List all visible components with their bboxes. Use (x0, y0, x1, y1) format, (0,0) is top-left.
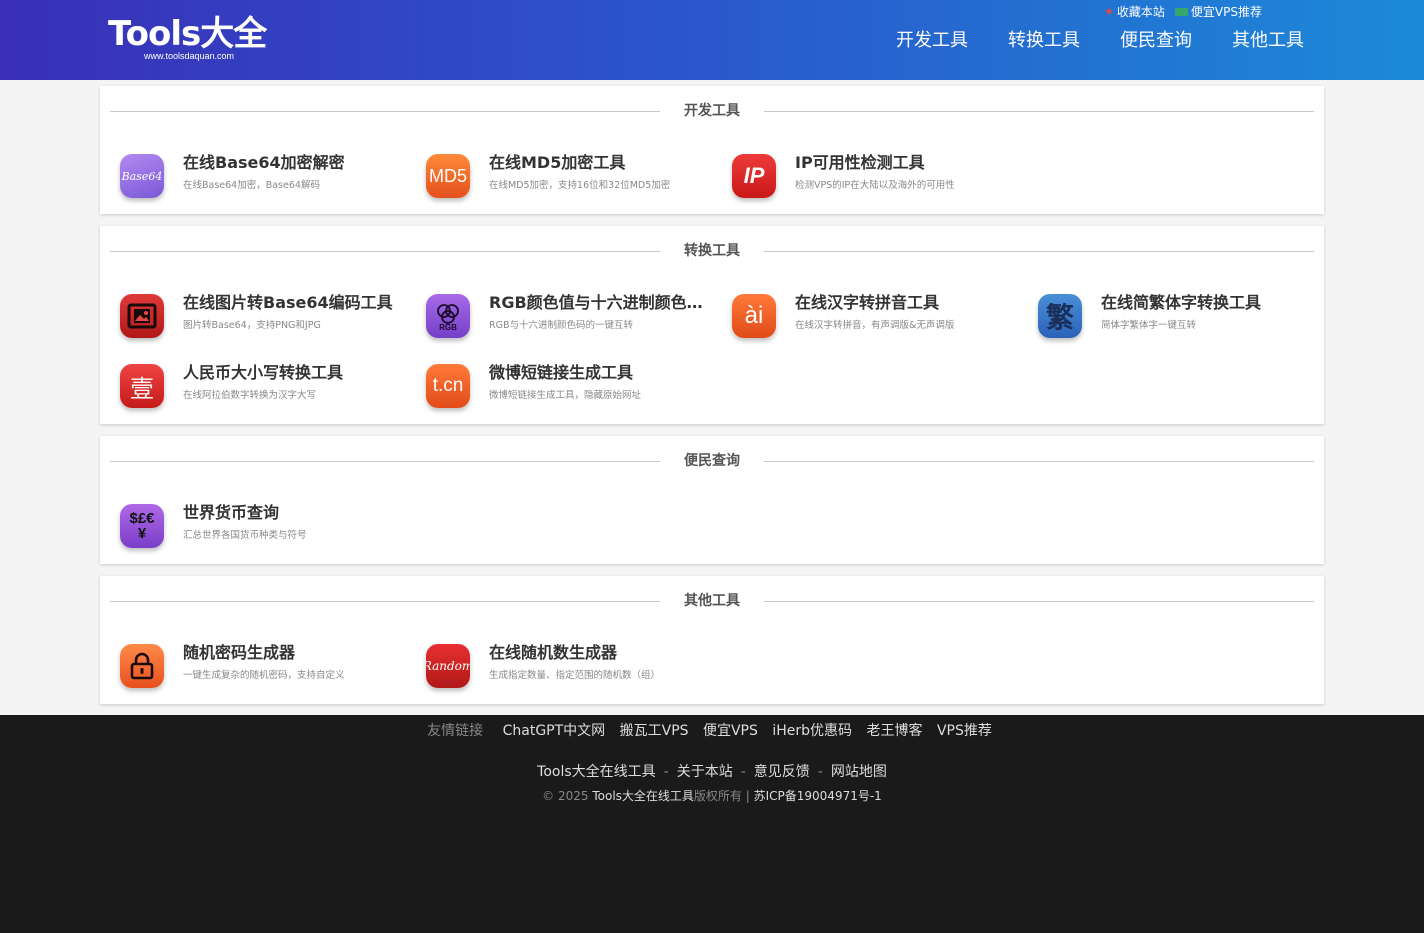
tool-desc: 微博短链接生成工具，隐藏原始网址 (489, 390, 642, 401)
friend-link[interactable]: ChatGPT中文网 (503, 723, 606, 739)
tool-simplified-traditional[interactable]: 繁 在线简繁体字转换工具 简体字繁体字一键互转 (1018, 286, 1318, 346)
top-links: ★ 收藏本站 便宜VPS推荐 (1104, 3, 1262, 20)
vps-recommend-link[interactable]: 便宜VPS推荐 (1174, 3, 1262, 20)
traditional-char-icon: 繁 (1038, 294, 1082, 338)
base64-icon: Base64 (120, 154, 164, 198)
nav-other-tools[interactable]: 其他工具 (1232, 28, 1304, 54)
tool-rgb-hex[interactable]: RGB RGB颜色值与十六进制颜色码转换工具 RGB与十六进制颜色码的一键互转 (406, 286, 709, 346)
section-title: 其他工具 (110, 590, 1314, 612)
pinyin-icon: ài (732, 294, 776, 338)
lock-icon (120, 644, 164, 688)
nav-query[interactable]: 便民查询 (1120, 28, 1192, 54)
section-query: 便民查询 $£€¥ 世界货币查询 汇总世界各国货币种类与符号 (100, 436, 1324, 564)
tool-name: 人民币大小写转换工具 (183, 363, 344, 382)
friend-link[interactable]: 便宜VPS (703, 723, 758, 739)
tool-name: 微博短链接生成工具 (489, 363, 634, 382)
rgb-icon-label: RGB (439, 323, 457, 331)
tool-name: 在线图片转Base64编码工具 (183, 293, 393, 312)
tool-name: 在线MD5加密工具 (489, 153, 626, 172)
tcn-icon: t.cn (426, 364, 470, 408)
tool-name: 在线简繁体字转换工具 (1101, 293, 1262, 312)
section-title: 便民查询 (110, 450, 1314, 472)
random-icon: Random (426, 644, 470, 688)
tool-desc: 图片转Base64，支持PNG和JPG (183, 320, 321, 331)
footer-link-sitemap[interactable]: 网站地图 (831, 764, 887, 780)
divider (764, 461, 1314, 462)
copyright-text: 版权所有 | (693, 789, 750, 803)
friend-link[interactable]: iHerb优惠码 (772, 723, 852, 739)
tool-name: 在线随机数生成器 (489, 643, 618, 662)
divider (764, 111, 1314, 112)
site-header: Tools大全 www.toolsdaquan.com ★ 收藏本站 便宜VPS… (0, 0, 1424, 80)
tool-desc: 检测VPS的IP在大陆以及海外的可用性 (795, 180, 955, 191)
tool-desc: 一键生成复杂的随机密码，支持自定义 (183, 670, 345, 681)
friend-links-label: 友情链接 (427, 723, 484, 739)
friend-link[interactable]: VPS推荐 (937, 723, 992, 739)
tool-rmb-uppercase[interactable]: 壹 人民币大小写转换工具 在线阿拉伯数字转换为汉字大写 (100, 356, 400, 416)
footer-link-feedback[interactable]: 意见反馈 (754, 764, 810, 780)
server-icon (1174, 7, 1188, 16)
tool-world-currency[interactable]: $£€¥ 世界货币查询 汇总世界各国货币种类与符号 (100, 496, 400, 556)
friend-link[interactable]: 老王博客 (866, 723, 922, 739)
tool-desc: 汇总世界各国货币种类与符号 (183, 530, 307, 541)
tool-desc: 在线汉字转拼音，有声调版&无声调版 (795, 320, 955, 331)
image-icon (120, 294, 164, 338)
logo-text: Tools大全 (108, 14, 267, 54)
site-logo[interactable]: Tools大全 www.toolsdaquan.com (108, 14, 267, 64)
md5-icon: MD5 (426, 154, 470, 198)
rgb-icon: RGB (426, 294, 470, 338)
tool-pinyin[interactable]: ài 在线汉字转拼音工具 在线汉字转拼音，有声调版&无声调版 (712, 286, 1012, 346)
friend-links: 友情链接 ChatGPT中文网 搬瓦工VPS 便宜VPS iHerb优惠码 老王… (0, 721, 1424, 741)
divider (764, 601, 1314, 602)
tool-random-password[interactable]: 随机密码生成器 一键生成复杂的随机密码，支持自定义 (100, 636, 400, 696)
footer-link-about[interactable]: 关于本站 (677, 764, 733, 780)
tool-random-number[interactable]: Random 在线随机数生成器 生成指定数量、指定范围的随机数（组） (406, 636, 706, 696)
tool-name: 在线Base64加密解密 (183, 153, 345, 172)
logo-url: www.toolsdaquan.com (144, 51, 235, 61)
section-convert-tools: 转换工具 在线图片转Base64编码工具 图片转Base64，支持PNG和JPG… (100, 226, 1324, 424)
copyright: © 2025 Tools大全在线工具版权所有 | 苏ICP备19004971号-… (0, 787, 1424, 805)
tool-name: 世界货币查询 (183, 503, 280, 522)
ip-icon: IP (732, 154, 776, 198)
tool-desc: RGB与十六进制颜色码的一键互转 (489, 320, 633, 331)
copyright-site[interactable]: Tools大全在线工具 (592, 789, 694, 803)
nav-dev-tools[interactable]: 开发工具 (896, 28, 968, 54)
tool-md5[interactable]: MD5 在线MD5加密工具 在线MD5加密，支持16位和32位MD5加密 (406, 146, 706, 206)
rmb-icon: 壹 (120, 364, 164, 408)
footer-links: Tools大全在线工具 - 关于本站 - 意见反馈 - 网站地图 (537, 764, 887, 780)
tool-name: IP可用性检测工具 (795, 153, 925, 172)
tool-ip-check[interactable]: IP IP可用性检测工具 检测VPS的IP在大陆以及海外的可用性 (712, 146, 1012, 206)
star-icon: ★ (1104, 5, 1114, 18)
tool-desc: 在线MD5加密，支持16位和32位MD5加密 (489, 180, 671, 191)
icp-link[interactable]: 苏ICP备19004971号-1 (754, 789, 882, 803)
tool-base64[interactable]: Base64 在线Base64加密解密 在线Base64加密，Base64解码 (100, 146, 400, 206)
section-title: 转换工具 (110, 240, 1314, 262)
tool-desc: 在线阿拉伯数字转换为汉字大写 (183, 390, 317, 401)
vps-recommend-label: 便宜VPS推荐 (1190, 5, 1262, 19)
tool-desc: 在线Base64加密，Base64解码 (183, 180, 320, 191)
site-footer: 友情链接 ChatGPT中文网 搬瓦工VPS 便宜VPS iHerb优惠码 老王… (0, 715, 1424, 933)
bookmark-link[interactable]: ★ 收藏本站 (1104, 3, 1165, 20)
divider (764, 251, 1314, 252)
tool-desc: 简体字繁体字一键互转 (1101, 320, 1197, 331)
friend-link[interactable]: 搬瓦工VPS (620, 723, 689, 739)
copyright-year: © 2025 (542, 789, 589, 803)
section-dev-tools: 开发工具 Base64 在线Base64加密解密 在线Base64加密，Base… (100, 86, 1324, 214)
section-other-tools: 其他工具 随机密码生成器 一键生成复杂的随机密码，支持自定义 Random 在线… (100, 576, 1324, 704)
footer-link-home[interactable]: Tools大全在线工具 (537, 764, 656, 780)
tool-name: RGB颜色值与十六进制颜色码转换工具 (489, 293, 709, 312)
tool-name: 随机密码生成器 (183, 643, 296, 662)
tool-weibo-shortlink[interactable]: t.cn 微博短链接生成工具 微博短链接生成工具，隐藏原始网址 (406, 356, 706, 416)
tool-name: 在线汉字转拼音工具 (795, 293, 940, 312)
section-title: 开发工具 (110, 100, 1314, 122)
tool-image-base64[interactable]: 在线图片转Base64编码工具 图片转Base64，支持PNG和JPG (100, 286, 400, 346)
bookmark-label: 收藏本站 (1116, 5, 1165, 19)
tool-desc: 生成指定数量、指定范围的随机数（组） (489, 670, 661, 681)
main-nav: 开发工具 转换工具 便民查询 其他工具 (896, 28, 1304, 54)
nav-convert-tools[interactable]: 转换工具 (1008, 28, 1080, 54)
currency-icon: $£€¥ (120, 504, 164, 548)
